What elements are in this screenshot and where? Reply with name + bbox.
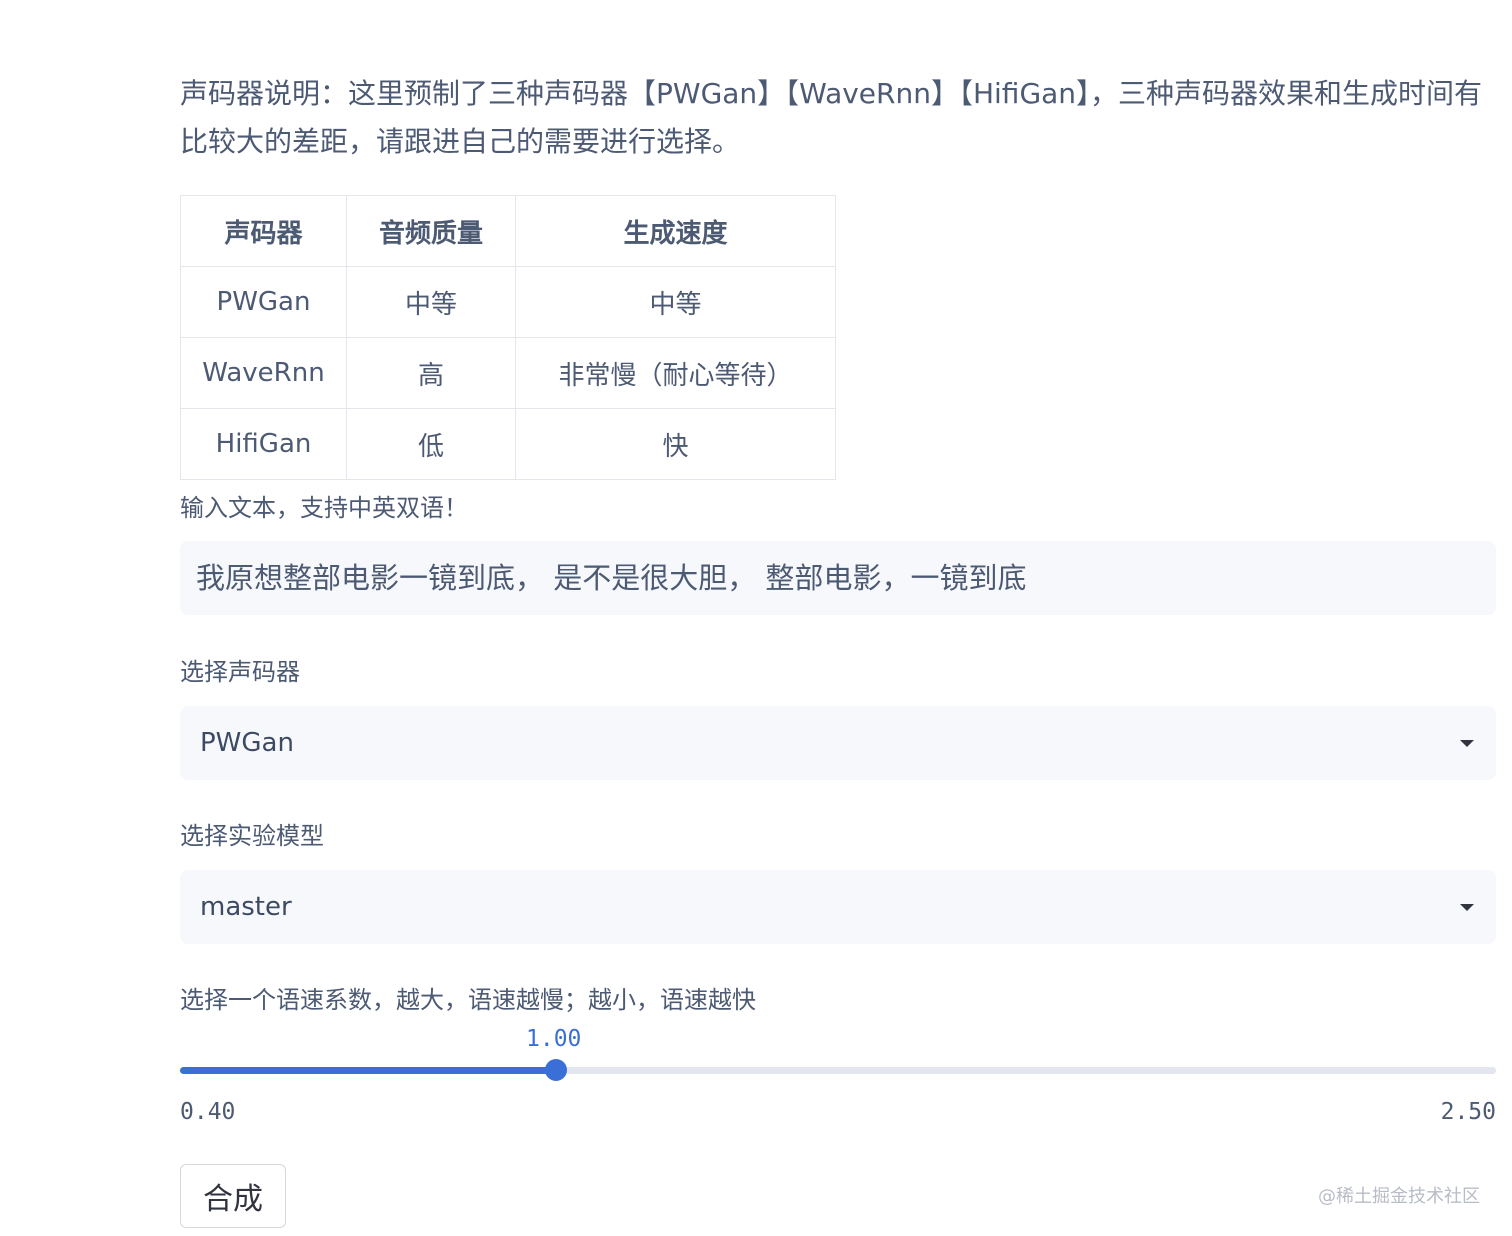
table-cell: 非常慢（耐心等待） <box>515 337 836 409</box>
model-select-label: 选择实验模型 <box>180 822 324 850</box>
table-header-vocoder: 声码器 <box>180 195 347 267</box>
vocoder-select[interactable]: PWGan <box>180 706 1496 780</box>
table-cell: 中等 <box>515 266 836 338</box>
chevron-down-icon <box>1460 904 1474 911</box>
table-header-row: 声码器 音频质量 生成速度 <box>180 195 836 267</box>
table-cell: 中等 <box>346 266 516 338</box>
synthesize-button[interactable]: 合成 <box>180 1164 286 1228</box>
text-input[interactable] <box>180 541 1496 615</box>
speed-slider-track[interactable] <box>180 1059 1496 1081</box>
table-cell: 高 <box>346 337 516 409</box>
vocoder-select-value: PWGan <box>200 728 294 758</box>
slider-min-value: 0.40 <box>180 1099 236 1125</box>
table-header-speed: 生成速度 <box>515 195 836 267</box>
table-cell: HifiGan <box>180 408 347 480</box>
vocoder-table: 声码器 音频质量 生成速度 PWGan 中等 中等 WaveRnn 高 非常慢（… <box>180 195 836 480</box>
table-header-quality: 音频质量 <box>346 195 516 267</box>
watermark: @稀土掘金技术社区 <box>1318 1186 1480 1207</box>
table-cell: 低 <box>346 408 516 480</box>
model-select[interactable]: master <box>180 870 1496 944</box>
vocoder-description: 声码器说明：这里预制了三种声码器【PWGan】【WaveRnn】【HifiGan… <box>180 77 1483 158</box>
slider-max-value: 2.50 <box>1440 1099 1496 1125</box>
speed-slider-fill <box>180 1067 556 1074</box>
slider-current-value: 1.00 <box>526 1026 582 1052</box>
text-input-label: 输入文本，支持中英双语！ <box>180 494 468 522</box>
table-row: PWGan 中等 中等 <box>180 266 836 338</box>
table-row: WaveRnn 高 非常慢（耐心等待） <box>180 337 836 409</box>
vocoder-select-label: 选择声码器 <box>180 658 300 686</box>
chevron-down-icon <box>1460 740 1474 747</box>
model-select-value: master <box>200 892 292 922</box>
speed-slider-thumb[interactable] <box>544 1059 567 1081</box>
table-row: HifiGan 低 快 <box>180 408 836 480</box>
table-cell: 快 <box>515 408 836 480</box>
speed-slider-label: 选择一个语速系数，越大，语速越慢；越小，语速越快 <box>180 986 756 1014</box>
table-cell: PWGan <box>180 266 347 338</box>
table-cell: WaveRnn <box>180 337 347 409</box>
